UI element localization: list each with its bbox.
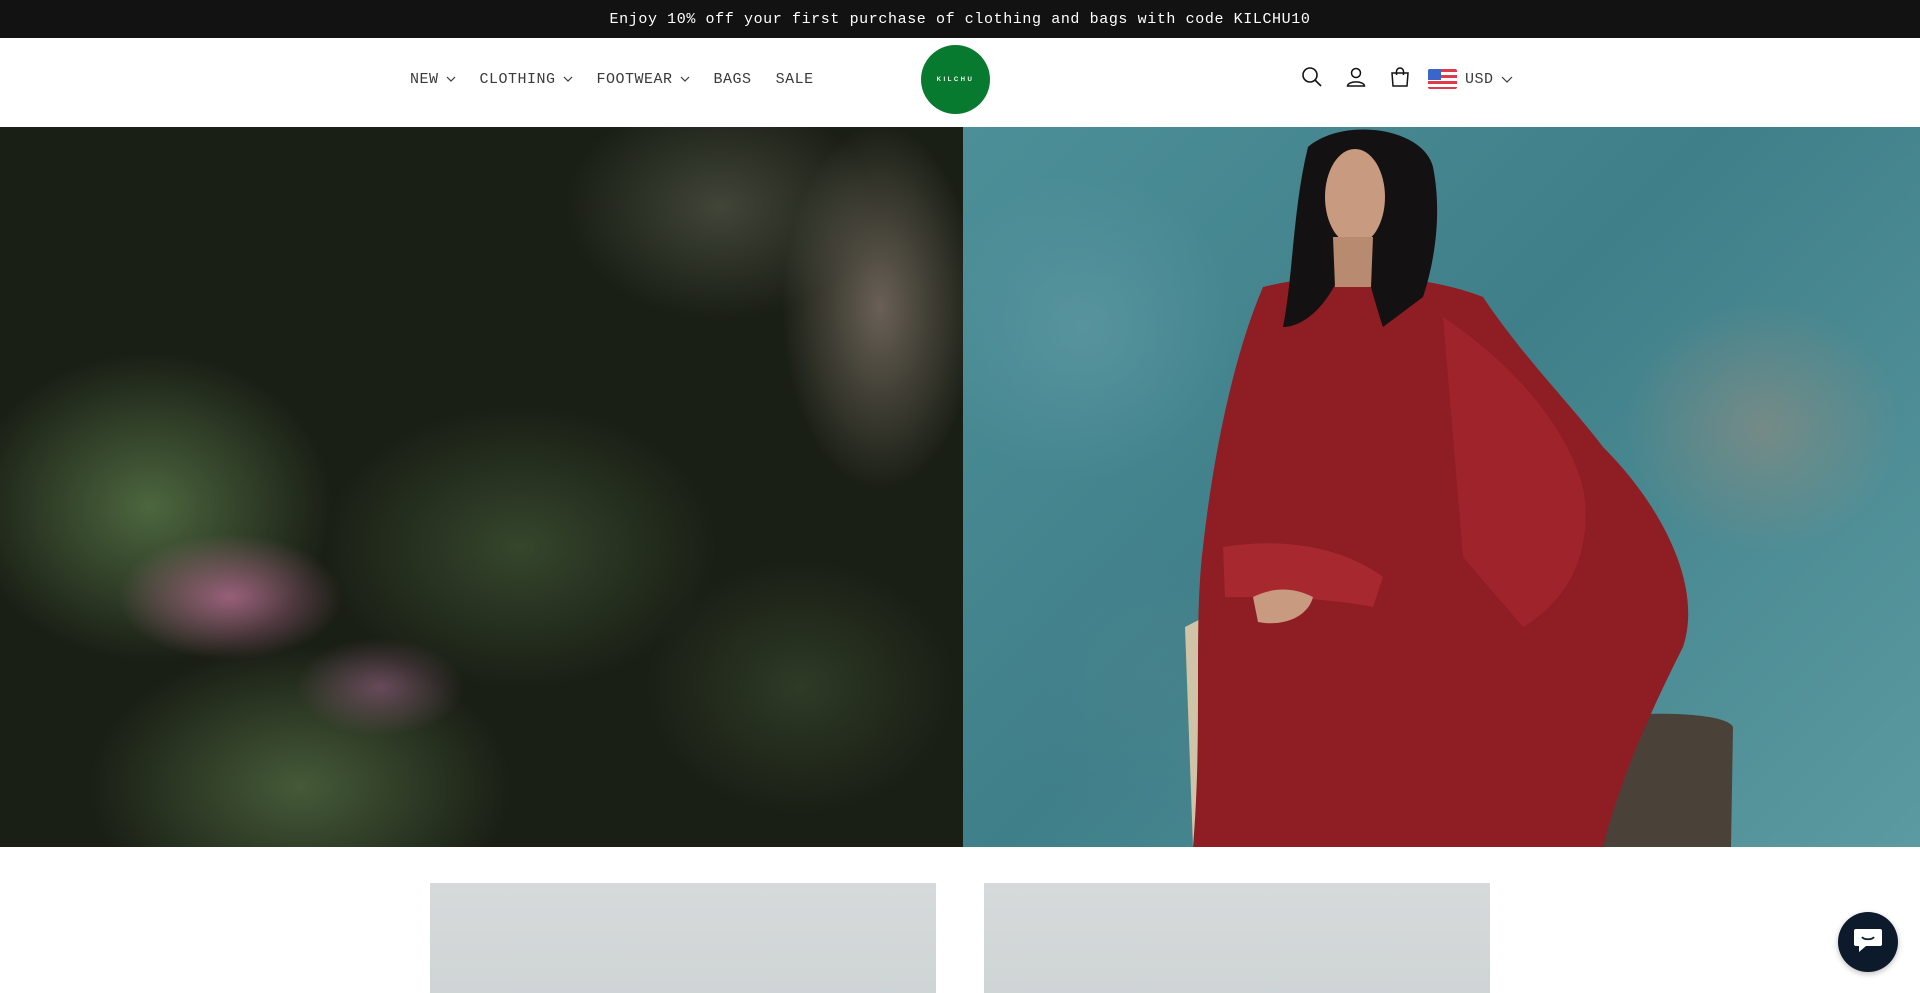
nav-item-new[interactable]: NEW [410,71,456,88]
chat-button[interactable] [1838,912,1898,972]
us-flag-icon [1428,69,1457,89]
product-card-image-1[interactable] [430,883,936,993]
product-cards [430,883,1490,993]
currency-selector[interactable]: USD [1428,69,1513,89]
chevron-down-icon [680,76,690,82]
cart-icon [1389,66,1411,93]
chat-bubble-icon [1852,926,1884,959]
search-button[interactable] [1290,57,1334,101]
announcement-text: Enjoy 10% off your first purchase of clo… [609,10,1311,28]
nav-item-label: CLOTHING [479,70,556,88]
nav-item-footwear[interactable]: FOOTWEAR [597,71,690,88]
currency-label: USD [1465,70,1494,88]
logo-text: KILCHU [936,76,975,83]
nav-item-label: SALE [775,70,814,88]
product-card-image-2[interactable] [984,883,1490,993]
account-button[interactable] [1334,57,1378,101]
chevron-down-icon [563,76,573,82]
nav-item-bags[interactable]: BAGS [714,71,752,88]
account-icon [1345,66,1367,93]
main-nav: NEW CLOTHING FOOTWEAR BAGS SALE [410,38,838,120]
nav-item-label: FOOTWEAR [596,70,673,88]
nav-item-label: BAGS [713,70,752,88]
announcement-bar: Enjoy 10% off your first purchase of clo… [0,0,1920,38]
chevron-down-icon [1501,76,1513,83]
nav-item-label: NEW [410,70,439,88]
nav-item-sale[interactable]: SALE [776,71,814,88]
cart-button[interactable] [1378,57,1422,101]
model-in-red-coat-image [963,127,1920,847]
brand-logo[interactable]: KILCHU [921,45,990,114]
nav-item-clothing[interactable]: CLOTHING [480,71,573,88]
hero-banner [0,127,1920,847]
search-icon [1301,66,1323,93]
header-icons: USD [1290,38,1513,120]
blurred-foliage-image [0,127,963,847]
chevron-down-icon [446,76,456,82]
site-header: NEW CLOTHING FOOTWEAR BAGS SALE KILCHU U… [0,38,1920,127]
